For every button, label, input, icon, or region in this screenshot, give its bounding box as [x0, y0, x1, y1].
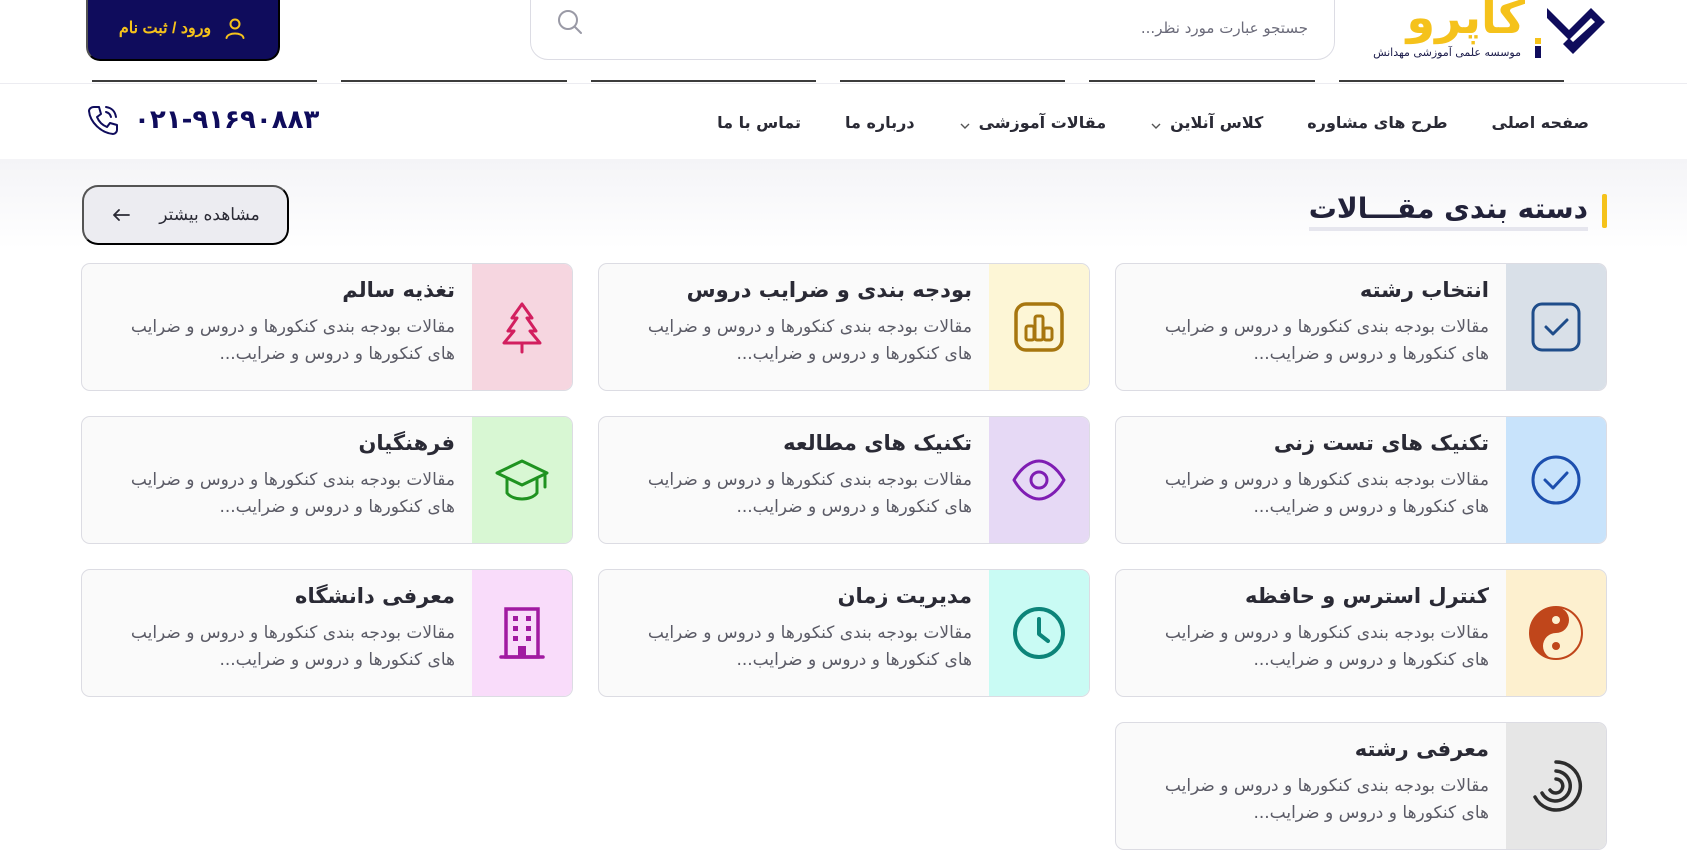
view-more-label: مشاهده بیشتر — [159, 205, 260, 224]
header-divider-decoration — [92, 80, 1564, 84]
category-icon-box — [472, 570, 572, 696]
category-card[interactable]: فرهنگیان مقالات بودجه بندی کنکورها و درو… — [81, 416, 573, 544]
category-title: تکنیک های تست زنی — [1273, 431, 1489, 455]
category-title: فرهنگیان — [358, 431, 455, 455]
nav-item-label: صفحه اصلی — [1491, 113, 1589, 132]
category-title: انتخاب رشته — [1359, 278, 1489, 302]
category-card[interactable]: بودجه بندی و ضرایب دروس مقالات بودجه بند… — [598, 263, 1090, 391]
nav-item-label: تماس با ما — [717, 113, 801, 132]
user-icon — [225, 18, 245, 39]
checkbox-icon — [1531, 302, 1581, 352]
nav-item-label: مقالات آموزشی — [978, 113, 1107, 132]
category-icon-box — [472, 417, 572, 543]
category-card[interactable]: انتخاب رشته مقالات بودجه بندی کنکورها و … — [1115, 263, 1607, 391]
check-circle-icon — [1531, 455, 1581, 505]
nav-item-online-class[interactable]: کلاس آنلاین — [1150, 113, 1263, 132]
nav-menu: صفحه اصلی طرح های مشاوره کلاس آنلاین مقا… — [717, 113, 1589, 132]
search-input[interactable] — [628, 11, 1308, 45]
logo-mark-icon — [1535, 8, 1605, 58]
category-title: معرفی دانشگاه — [295, 584, 455, 608]
category-description: مقالات بودجه بندی کنکورها و دروس و ضرایب… — [1164, 623, 1489, 670]
category-description: مقالات بودجه بندی کنکورها و دروس و ضرایب… — [647, 623, 972, 670]
nav-item-consulting-plans[interactable]: طرح های مشاوره — [1307, 113, 1447, 132]
nav-item-label: درباره ما — [845, 113, 915, 132]
category-icon-box — [1506, 264, 1606, 390]
category-title: تغذیه سالم — [342, 278, 455, 302]
section-title: دسته بندی مقـــالات — [1308, 191, 1588, 231]
search-icon[interactable] — [555, 7, 585, 37]
chevron-down-icon — [1151, 123, 1161, 129]
nav-item-about[interactable]: درباره ما — [845, 113, 915, 132]
arrow-left-icon — [113, 209, 131, 221]
category-card[interactable]: معرفی رشته مقالات بودجه بندی کنکورها و د… — [1115, 722, 1607, 850]
category-icon-box — [1506, 723, 1606, 849]
category-icon-box — [1506, 570, 1606, 696]
site-logo[interactable]: کاپرو موسسه علمی آموزشی مهدانش — [1373, 0, 1607, 64]
category-description: مقالات بودجه بندی کنکورها و دروس و ضرایب… — [1164, 776, 1489, 823]
tree-icon — [502, 302, 542, 354]
top-header: کاپرو موسسه علمی آموزشی مهدانش ورود / ثب… — [0, 0, 1687, 84]
chevron-down-icon — [960, 123, 970, 129]
category-title: مدیریت زمان — [837, 584, 972, 608]
eye-icon — [1012, 459, 1066, 501]
article-categories-section: دسته بندی مقـــالات مشاهده بیشتر انتخاب … — [0, 159, 1687, 850]
title-accent-bar — [1602, 194, 1607, 228]
category-title: بودجه بندی و ضرایب دروس — [686, 278, 972, 302]
category-icon-box — [472, 264, 572, 390]
nav-item-contact[interactable]: تماس با ما — [717, 113, 801, 132]
login-register-button[interactable]: ورود / ثبت نام — [86, 0, 280, 61]
category-icon-box — [989, 264, 1089, 390]
login-register-label: ورود / ثبت نام — [118, 19, 212, 37]
category-description: مقالات بودجه بندی کنکورها و دروس و ضرایب… — [1164, 470, 1489, 517]
graduation-cap-icon — [495, 459, 549, 501]
category-description: مقالات بودجه بندی کنکورها و دروس و ضرایب… — [647, 470, 972, 517]
section-heading: دسته بندی مقـــالات — [1308, 189, 1607, 233]
category-title: معرفی رشته — [1354, 737, 1489, 761]
phone-link[interactable]: ۰۲۱-۹۱۶۹۰۸۸۳ — [86, 103, 319, 137]
category-card[interactable]: تکنیک های تست زنی مقالات بودجه بندی کنکو… — [1115, 416, 1607, 544]
clock-icon — [1013, 607, 1065, 659]
category-title: کنترل استرس و حافظه — [1244, 584, 1489, 608]
category-icon-box — [989, 570, 1089, 696]
category-description: مقالات بودجه بندی کنکورها و دروس و ضرایب… — [1164, 317, 1489, 364]
phone-number: ۰۲۱-۹۱۶۹۰۸۸۳ — [134, 105, 320, 135]
phone-icon — [88, 106, 118, 135]
search-box — [530, 0, 1335, 60]
nav-item-label: کلاس آنلاین — [1170, 113, 1264, 132]
chart-bars-icon — [1014, 302, 1064, 352]
nav-item-educational-articles[interactable]: مقالات آموزشی — [959, 113, 1107, 132]
logo-wordmark: کاپرو — [1406, 0, 1525, 44]
logo-subtitle: موسسه علمی آموزشی مهدانش — [1373, 46, 1521, 59]
view-more-button[interactable]: مشاهده بیشتر — [82, 185, 289, 245]
spiral-icon — [1533, 760, 1583, 812]
nav-item-label: طرح های مشاوره — [1307, 113, 1448, 132]
category-card[interactable]: تغذیه سالم مقالات بودجه بندی کنکورها و د… — [81, 263, 573, 391]
category-description: مقالات بودجه بندی کنکورها و دروس و ضرایب… — [130, 317, 455, 364]
category-description: مقالات بودجه بندی کنکورها و دروس و ضرایب… — [647, 317, 972, 364]
category-icon-box — [1506, 417, 1606, 543]
building-icon — [499, 607, 545, 659]
category-card[interactable]: تکنیک های مطالعه مقالات بودجه بندی کنکور… — [598, 416, 1090, 544]
category-card[interactable]: کنترل استرس و حافظه مقالات بودجه بندی کن… — [1115, 569, 1607, 697]
main-navbar: صفحه اصلی طرح های مشاوره کلاس آنلاین مقا… — [0, 85, 1687, 159]
category-icon-box — [989, 417, 1089, 543]
category-description: مقالات بودجه بندی کنکورها و دروس و ضرایب… — [130, 623, 455, 670]
category-card[interactable]: معرفی دانشگاه مقالات بودجه بندی کنکورها … — [81, 569, 573, 697]
category-title: تکنیک های مطالعه — [783, 431, 972, 455]
yin-yang-icon — [1529, 606, 1583, 660]
category-description: مقالات بودجه بندی کنکورها و دروس و ضرایب… — [130, 470, 455, 517]
category-card[interactable]: مدیریت زمان مقالات بودجه بندی کنکورها و … — [598, 569, 1090, 697]
nav-item-home[interactable]: صفحه اصلی — [1492, 113, 1589, 132]
